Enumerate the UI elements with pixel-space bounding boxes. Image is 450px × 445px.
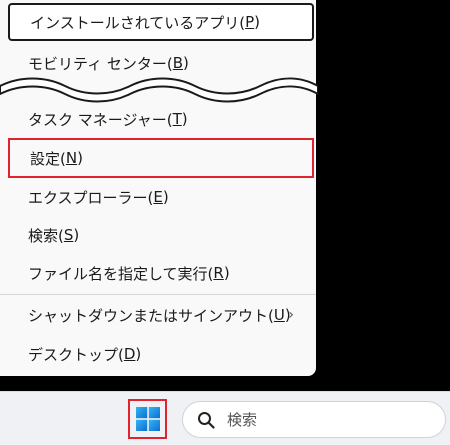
menu-item-label-tail: ) (183, 54, 189, 72)
menu-item-accesskey: P (245, 13, 255, 31)
start-button[interactable] (128, 399, 167, 439)
menu-item-label: 設定( (30, 149, 66, 168)
menu-item-accesskey: S (63, 226, 74, 244)
menu-item-settings[interactable]: 設定(N) (8, 138, 314, 178)
menu-item-label-tail: ) (254, 13, 261, 31)
chevron-right-icon: › (288, 307, 294, 323)
taskbar-search-box[interactable]: 検索 (182, 401, 446, 438)
menu-item-accesskey: U (273, 306, 285, 324)
menu-item-label: インストールされているアプリ( (30, 13, 246, 32)
menu-item-label-tail: ) (135, 345, 142, 363)
menu-item-label: タスク マネージャー( (28, 110, 173, 129)
menu-item-search[interactable]: 検索(S) (8, 216, 314, 254)
search-placeholder: 検索 (227, 411, 258, 429)
screen: インストールされているアプリ(P) モビリティ センター(B) タスク マネージ… (0, 0, 450, 445)
menu-item-label-tail: ) (73, 226, 80, 244)
menu-item-label: モビリティ センター( (28, 54, 173, 73)
menu-item-explorer[interactable]: エクスプローラー(E) (8, 178, 314, 216)
menu-item-label: ファイル名を指定して実行( (28, 264, 214, 283)
windows-logo-icon (135, 407, 160, 431)
menu-item-shutdown-signout[interactable]: シャットダウンまたはサインアウト(U) › (8, 296, 314, 334)
menu-item-label: デスクトップ( (28, 345, 124, 364)
winx-context-menu: インストールされているアプリ(P) モビリティ センター(B) タスク マネージ… (0, 0, 318, 376)
menu-item-accesskey: B (172, 54, 184, 72)
menu-item-label-tail: ) (223, 264, 230, 282)
menu-item-accesskey: T (172, 110, 182, 128)
menu-item-label-tail: ) (181, 110, 188, 128)
menu-item-run[interactable]: ファイル名を指定して実行(R) (8, 254, 314, 292)
menu-item-installed-apps[interactable]: インストールされているアプリ(P) (8, 3, 314, 41)
menu-item-accesskey: N (65, 149, 78, 167)
menu-item-label-tail: ) (162, 188, 169, 206)
menu-item-desktop[interactable]: デスクトップ(D) (8, 335, 314, 373)
menu-item-label-tail: ) (77, 149, 83, 167)
menu-item-label: シャットダウンまたはサインアウト( (28, 306, 274, 325)
menu-item-label: 検索( (28, 226, 64, 245)
menu-item-accesskey: D (123, 345, 136, 363)
taskbar: 検索 (0, 391, 450, 445)
menu-item-accesskey: R (213, 264, 224, 282)
menu-item-label: エクスプローラー( (28, 188, 154, 207)
magnifier-icon (198, 411, 215, 429)
menu-separator (0, 294, 316, 295)
menu-item-task-manager[interactable]: タスク マネージャー(T) (8, 100, 314, 138)
menu-item-accesskey: E (153, 188, 163, 206)
